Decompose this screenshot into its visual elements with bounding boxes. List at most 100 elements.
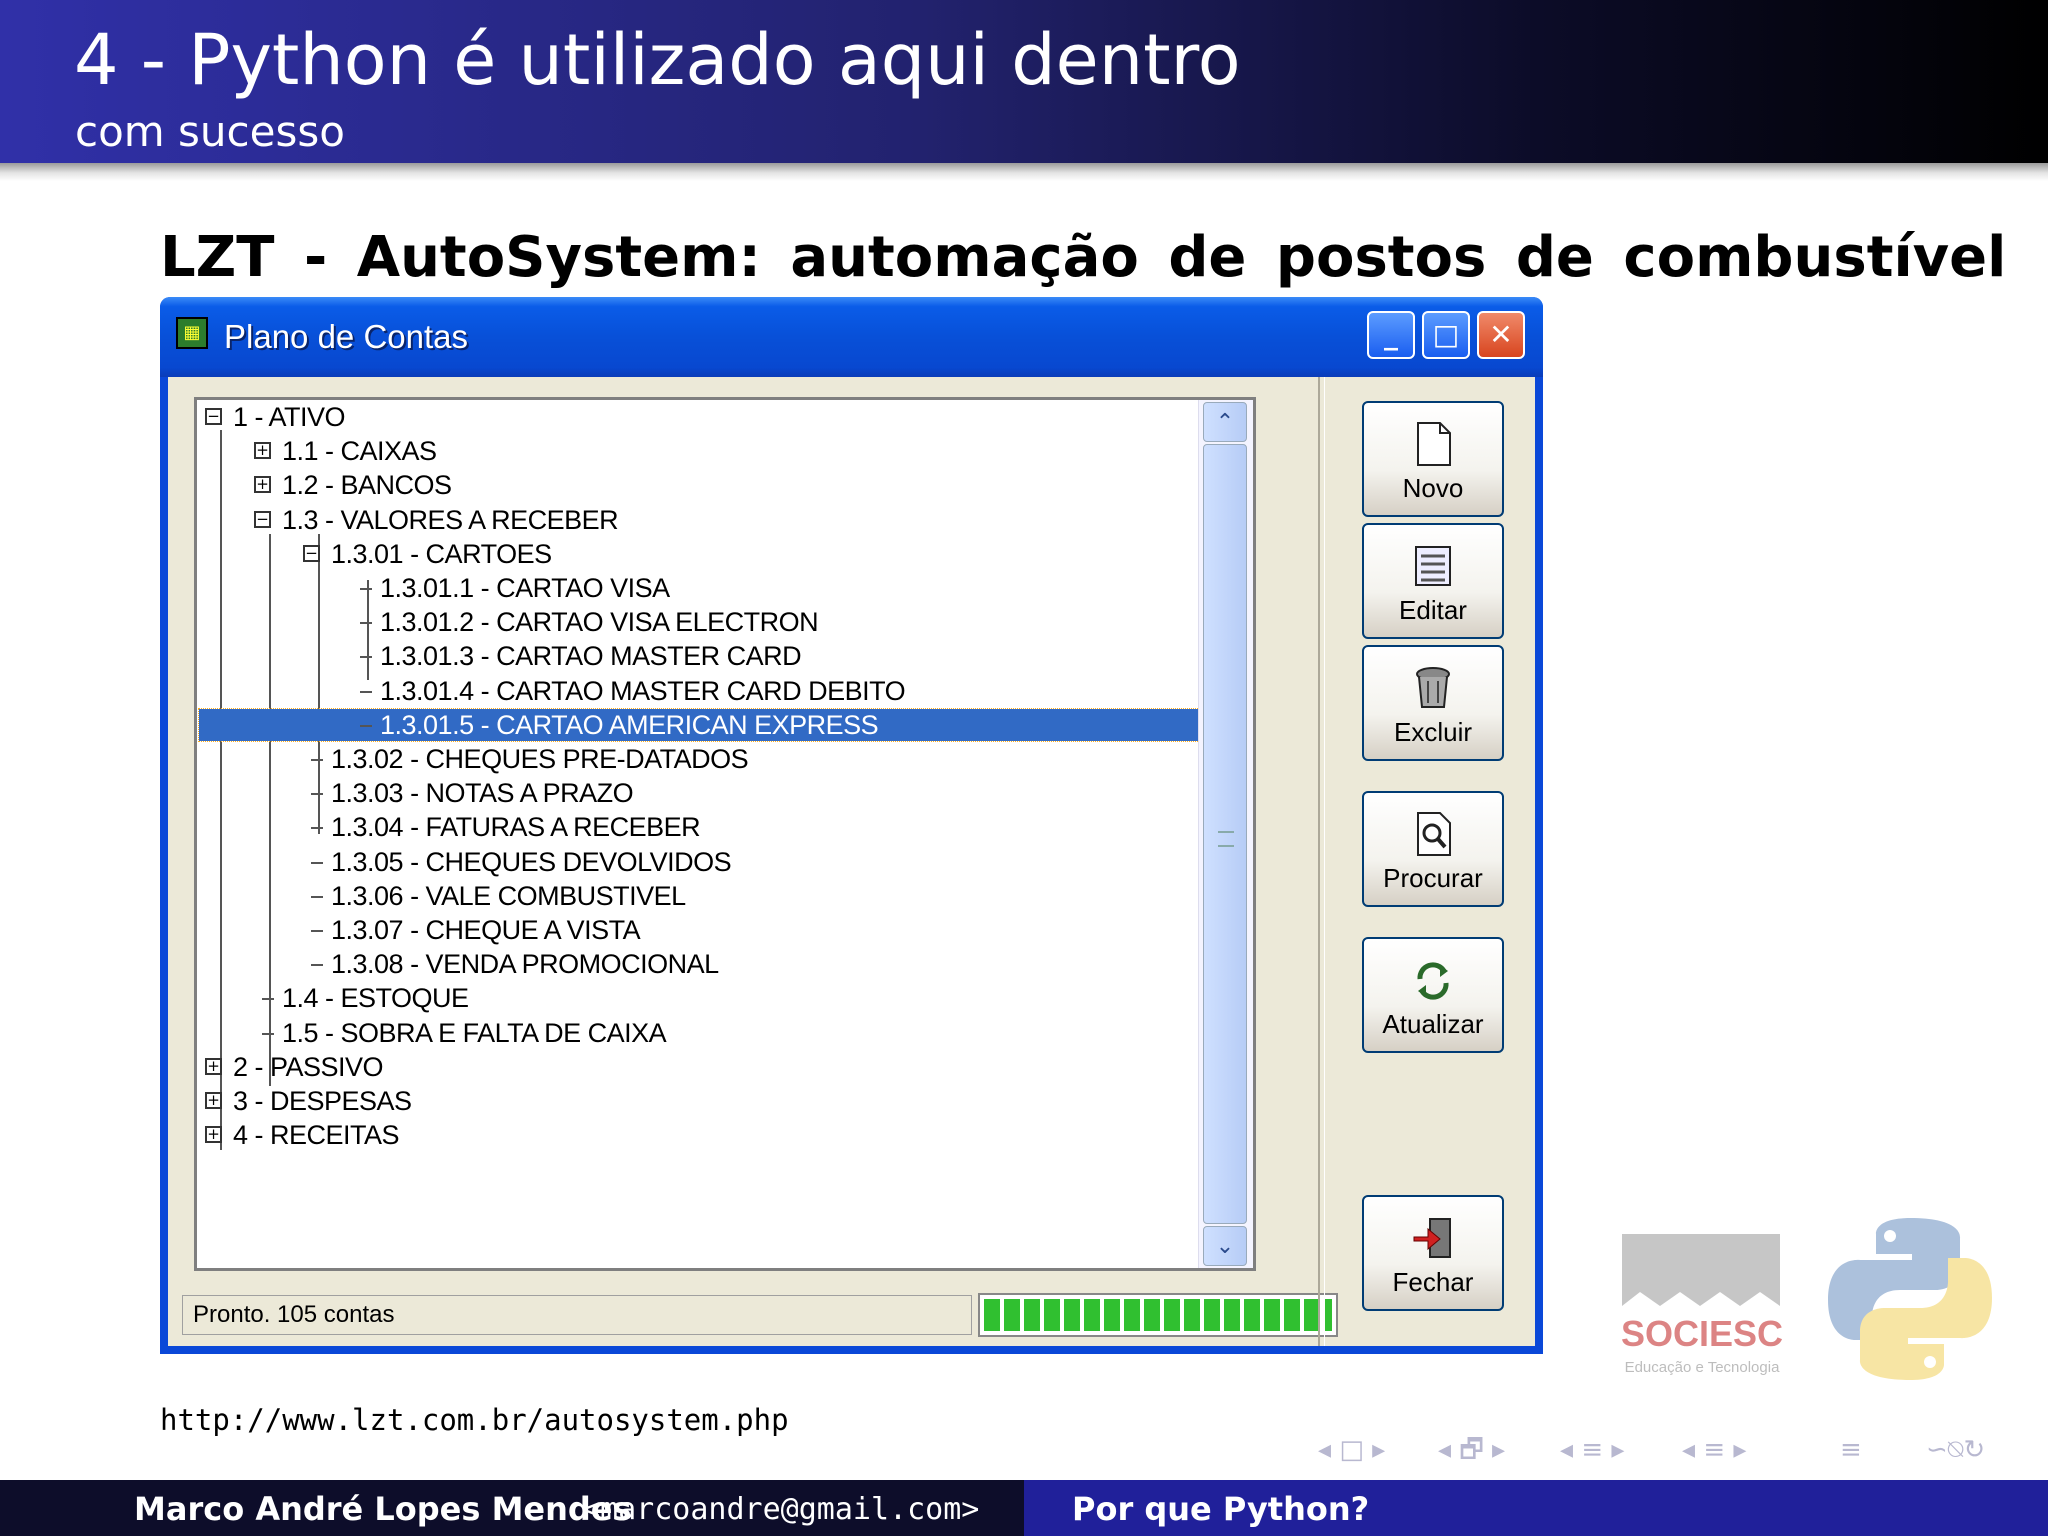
tree-item[interactable]: 1.3.07 - CHEQUE A VISTA [197, 913, 1199, 947]
novo-button[interactable]: Novo [1362, 401, 1504, 517]
editar-button[interactable]: Editar [1362, 523, 1504, 639]
tree-item[interactable]: 1.3.06 - VALE COMBUSTIVEL [197, 879, 1199, 913]
tree-item[interactable]: 1.5 - SOBRA E FALTA DE CAIXA [197, 1016, 1199, 1050]
python-logo [1828, 1218, 1992, 1380]
status-bar: Pronto. 105 contas [182, 1295, 972, 1335]
slide-subtitle: com sucesso [75, 107, 345, 156]
search-undo-icons[interactable]: ∽⍉↻ [1926, 1432, 1985, 1468]
tree-item-label: 1 - ATIVO [233, 402, 346, 432]
tree-item[interactable]: 1.3.08 - VENDA PROMOCIONAL [197, 947, 1199, 981]
progress-fill [984, 1299, 1332, 1331]
tree-branch [360, 622, 372, 625]
tree-item[interactable]: 1.3.04 - FATURAS A RECEBER [197, 810, 1199, 844]
expand-icon[interactable]: + [254, 476, 271, 494]
scroll-up-button[interactable]: ⌃ [1203, 402, 1247, 442]
minimize-button[interactable]: _ [1367, 311, 1415, 359]
tree-item-label: 1.3.01.3 - CARTAO MASTER CARD [380, 641, 802, 672]
tree-item[interactable]: 1.3.03 - NOTAS A PRAZO [197, 776, 1199, 810]
scroll-thumb[interactable] [1203, 444, 1247, 1224]
expand-icon[interactable]: + [205, 1126, 222, 1144]
section-nav-icon-2[interactable]: ◂ ≡ ▸ [1682, 1432, 1746, 1468]
toc-icon[interactable]: ≡ [1840, 1432, 1862, 1468]
sociesc-name: SOCIESC [1621, 1313, 1783, 1354]
exit-door-icon [1413, 1218, 1451, 1258]
tree-item[interactable]: +1.1 - CAIXAS [197, 434, 1199, 468]
frame-nav-icon[interactable]: ◂ □ ▸ [1318, 1432, 1385, 1468]
window-client-area: −1 - ATIVO +1.1 - CAIXAS +1.2 - BANCOS −1.3… [168, 377, 1535, 1346]
tree-item[interactable]: 1.3.01.3 - CARTAO MASTER CARD [197, 639, 1199, 673]
tree-item-label: 1.3.04 - FATURAS A RECEBER [331, 812, 701, 843]
maximize-button[interactable]: □ [1422, 311, 1470, 359]
tree-item[interactable]: +4 - RECEITAS [197, 1118, 1199, 1152]
collapse-icon[interactable]: − [205, 408, 222, 425]
accounts-tree[interactable]: −1 - ATIVO +1.1 - CAIXAS +1.2 - BANCOS −1.3… [194, 397, 1256, 1271]
tree-item-label: 1.3.01.5 - CARTAO AMERICAN EXPRESS [380, 709, 879, 740]
tree-branch [262, 1032, 274, 1035]
collapse-icon[interactable]: − [303, 544, 320, 562]
frame-title: LZT - AutoSystem: automação de postos de… [160, 225, 2007, 290]
tree-item[interactable]: −1.3.01 - CARTOES [197, 537, 1199, 571]
header-shadow [0, 163, 2048, 181]
footer-author: Marco André Lopes Mendes [134, 1490, 632, 1528]
atualizar-button[interactable]: Atualizar [1362, 937, 1504, 1053]
tree-item[interactable]: 1.3.01.2 - CARTAO VISA ELECTRON [197, 605, 1199, 639]
tree-item[interactable]: +3 - DESPESAS [197, 1084, 1199, 1118]
tree-item[interactable]: +1.2 - BANCOS [197, 468, 1199, 502]
tree-item-label: 1.3.08 - VENDA PROMOCIONAL [331, 949, 719, 980]
source-url[interactable]: http://www.lzt.com.br/autosystem.php [160, 1402, 789, 1438]
procurar-label: Procurar [1383, 863, 1483, 893]
status-text: Pronto. 105 contas [193, 1301, 395, 1328]
fechar-label: Fechar [1392, 1267, 1474, 1297]
tree-branch [360, 656, 372, 659]
tree-branch [311, 759, 323, 761]
tree-item[interactable]: −1.3 - VALORES A RECEBER [197, 503, 1199, 537]
tree-item-label: 1.3.05 - CHEQUES DEVOLVIDOS [331, 846, 732, 877]
tree-item-label: 1.4 - ESTOQUE [282, 983, 469, 1014]
trash-bin-icon [1416, 667, 1450, 708]
tree-branch [311, 827, 323, 830]
tree-item-label: 2 - PASSIVO [233, 1051, 384, 1082]
scroll-down-button[interactable]: ⌄ [1203, 1226, 1247, 1266]
tree-branch [360, 690, 372, 693]
tree-item[interactable]: 1.3.01.1 - CARTAO VISA [197, 571, 1199, 605]
tree-item[interactable]: 1.3.01.5 - CARTAO AMERICAN EXPRESS [197, 707, 1200, 742]
tree-item-label: 1.3.02 - CHEQUES PRE-DATADOS [331, 744, 749, 774]
refresh-icon [1417, 962, 1449, 1000]
window-titlebar[interactable]: ▦ Plano de Contas _ □ ✕ [160, 297, 1543, 377]
slide-title: 4 - Python é utilizado aqui dentro [74, 19, 1241, 101]
tree-item[interactable]: 1.4 - ESTOQUE [197, 981, 1199, 1015]
sociesc-tagline: Educação e Tecnologia [1625, 1359, 1780, 1376]
section-nav-icon[interactable]: ◂ ≡ ▸ [1560, 1432, 1624, 1468]
tree-item[interactable]: 1.3.05 - CHEQUES DEVOLVIDOS [197, 845, 1199, 879]
novo-label: Novo [1402, 473, 1464, 503]
collapse-icon[interactable]: − [254, 510, 271, 528]
tree-item[interactable]: −1 - ATIVO [197, 400, 1199, 434]
tree-branch [360, 724, 372, 727]
expand-icon[interactable]: + [254, 442, 271, 460]
tree-item[interactable]: 1.3.01.4 - CARTAO MASTER CARD DEBITO [197, 674, 1199, 708]
excluir-button[interactable]: Excluir [1362, 645, 1504, 761]
expand-icon[interactable]: + [205, 1092, 222, 1109]
tree-branch [360, 588, 372, 590]
close-button[interactable]: ✕ [1477, 311, 1525, 359]
tree-item-label: 1.3.01.4 - CARTAO MASTER CARD DEBITO [380, 675, 906, 706]
tree-branch [311, 964, 323, 967]
tree-item-label: 1.2 - BANCOS [282, 470, 452, 501]
tree-item-label: 1.3.06 - VALE COMBUSTIVEL [331, 880, 686, 911]
tree-item-label: 1.1 - CAIXAS [282, 436, 437, 467]
tree-item[interactable]: 1.3.02 - CHEQUES PRE-DATADOS [197, 742, 1199, 776]
new-document-icon [1417, 422, 1451, 466]
slide-header: 4 - Python é utilizado aqui dentro com s… [0, 0, 2048, 163]
expand-icon[interactable]: + [205, 1057, 222, 1075]
fechar-button[interactable]: Fechar [1362, 1195, 1504, 1311]
tree-branch [311, 793, 323, 796]
tree-branch [311, 930, 323, 932]
footer-talk-title: Por que Python? [1072, 1490, 1370, 1528]
vertical-scrollbar[interactable]: ⌃ ⌄ [1198, 400, 1253, 1268]
procurar-button[interactable]: Procurar [1362, 791, 1504, 907]
tree-item-label: 1.3.01.1 - CARTAO VISA [380, 573, 670, 603]
sociesc-logo: SOCIESC Educação e Tecnologia [1621, 1234, 1783, 1376]
tree-branch [262, 998, 274, 1001]
tree-item[interactable]: +2 - PASSIVO [197, 1050, 1199, 1084]
subsection-nav-icon[interactable]: ◂ 🗗 ▸ [1438, 1432, 1505, 1468]
